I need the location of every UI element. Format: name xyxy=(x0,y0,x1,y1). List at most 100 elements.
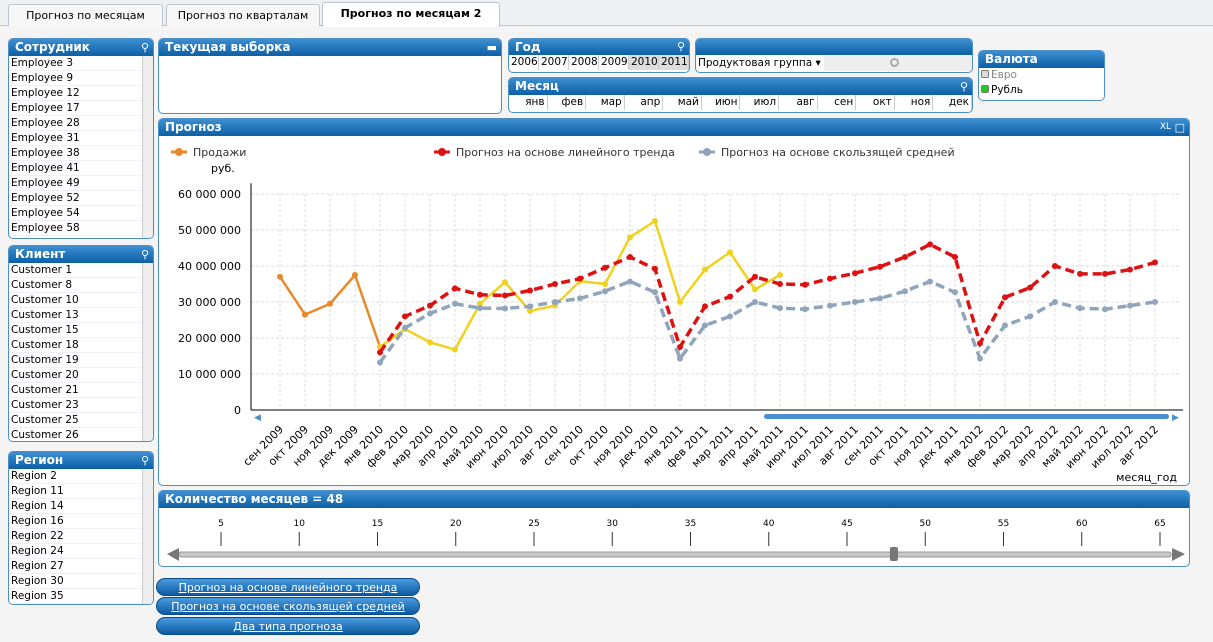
month-cell[interactable]: июн xyxy=(702,95,741,110)
year-cell[interactable]: 2011 xyxy=(659,55,689,70)
list-item[interactable]: Employee 17 xyxy=(9,101,153,116)
year-cell[interactable]: 2008 xyxy=(569,55,599,70)
list-item[interactable]: Employee 49 xyxy=(9,176,153,191)
slider-tick-label: 5 xyxy=(218,519,224,529)
list-item[interactable]: Region 27 xyxy=(9,559,153,574)
moving-average-button[interactable]: Прогноз на основе скользящей средней xyxy=(156,597,420,615)
slider-right-arrow-icon xyxy=(1172,548,1185,561)
year-cell[interactable]: 2010 xyxy=(629,55,659,70)
currency-option[interactable]: Рубль xyxy=(979,83,1104,98)
month-cell[interactable]: май xyxy=(663,95,702,110)
data-point xyxy=(952,254,958,260)
y-tick-label: 40 000 000 xyxy=(178,260,241,273)
list-item[interactable]: Region 16 xyxy=(9,514,153,529)
both-forecasts-button[interactable]: Два типа прогноза xyxy=(156,617,420,635)
data-point xyxy=(827,275,833,282)
list-item[interactable]: Customer 26 xyxy=(9,428,153,441)
list-item[interactable]: Employee 52 xyxy=(9,191,153,206)
tab-monthly-2[interactable]: Прогноз по месяцам 2 xyxy=(322,2,500,27)
month-cell[interactable]: фев xyxy=(548,95,587,110)
data-point xyxy=(752,286,758,293)
list-item[interactable]: Customer 19 xyxy=(9,353,153,368)
product-group-dropdown[interactable]: Продуктовая группа ▾ xyxy=(696,57,824,69)
excel-icon[interactable]: XL xyxy=(1160,119,1171,136)
data-point xyxy=(302,311,308,318)
list-item[interactable]: Employee 41 xyxy=(9,161,153,176)
list-item[interactable]: Region 22 xyxy=(9,529,153,544)
search-icon[interactable]: ⚲ xyxy=(960,78,968,95)
list-item[interactable]: Employee 31 xyxy=(9,131,153,146)
y-tick-label: 60 000 000 xyxy=(178,188,241,201)
data-point xyxy=(902,254,908,260)
data-point xyxy=(602,264,608,271)
region-scrollbar[interactable] xyxy=(142,469,153,604)
months-slider[interactable]: 5 10 15 20 25 30 35 40 45 50 55 60 65 xyxy=(159,508,1190,567)
data-point xyxy=(502,279,508,286)
year-cell[interactable]: 2009 xyxy=(599,55,629,70)
tab-quarterly[interactable]: Прогноз по кварталам xyxy=(166,4,320,26)
list-item[interactable]: Region 35 xyxy=(9,589,153,604)
list-item[interactable]: Region 30 xyxy=(9,574,153,589)
year-cell[interactable]: 2006 xyxy=(509,55,539,70)
list-item[interactable]: Employee 54 xyxy=(9,206,153,221)
linear-trend-button[interactable]: Прогноз на основе линейного тренда xyxy=(156,578,420,596)
maximize-icon[interactable]: □ xyxy=(1175,119,1185,136)
list-item[interactable]: Customer 23 xyxy=(9,398,153,413)
employee-scrollbar[interactable] xyxy=(142,56,153,238)
month-cell[interactable]: янв xyxy=(509,95,548,110)
current-caption: Текущая выборка ▬ xyxy=(159,39,501,56)
list-item[interactable]: Employee 12 xyxy=(9,86,153,101)
slider-tick-label: 25 xyxy=(528,519,539,529)
list-item[interactable]: Employee 3 xyxy=(9,56,153,71)
list-item[interactable]: Employee 28 xyxy=(9,116,153,131)
data-point xyxy=(352,272,358,278)
current-selections-box: Текущая выборка ▬ xyxy=(158,38,502,114)
data-point xyxy=(452,300,458,307)
legend-label: Прогноз на основе линейного тренда xyxy=(456,146,675,159)
search-icon[interactable]: ⚲ xyxy=(677,39,685,55)
month-cell[interactable]: июл xyxy=(740,95,780,110)
currency-option[interactable]: Евро xyxy=(979,68,1104,83)
currency-box: Валюта Евро Рубль xyxy=(978,50,1105,101)
search-icon[interactable]: ⚲ xyxy=(141,452,149,469)
sheet-tabs: Прогноз по месяцам Прогноз по кварталам … xyxy=(0,0,1213,27)
data-point xyxy=(727,249,733,256)
month-cell[interactable]: окт xyxy=(856,95,895,110)
region-caption: Регион ⚲ xyxy=(9,452,153,469)
list-item[interactable]: Employee 9 xyxy=(9,71,153,86)
data-point xyxy=(627,278,633,285)
data-point xyxy=(877,295,883,302)
list-item[interactable]: Customer 8 xyxy=(9,278,153,293)
list-item[interactable]: Customer 20 xyxy=(9,368,153,383)
search-icon[interactable]: ⚲ xyxy=(141,246,149,263)
month-cell[interactable]: авг xyxy=(779,95,818,110)
month-cell[interactable]: ноя xyxy=(895,95,934,110)
list-item[interactable]: Customer 15 xyxy=(9,323,153,338)
list-item[interactable]: Customer 13 xyxy=(9,308,153,323)
list-item[interactable]: Customer 10 xyxy=(9,293,153,308)
y-tick-label: 50 000 000 xyxy=(178,224,241,237)
data-point xyxy=(327,300,333,307)
minimize-icon[interactable]: ▬ xyxy=(487,39,497,56)
slider-track xyxy=(178,551,1172,558)
list-item[interactable]: Region 24 xyxy=(9,544,153,559)
list-item[interactable]: Region 14 xyxy=(9,499,153,514)
search-icon[interactable]: ⚲ xyxy=(141,39,149,56)
year-cell[interactable]: 2007 xyxy=(539,55,569,70)
month-cell[interactable]: дек xyxy=(933,95,972,110)
tab-monthly[interactable]: Прогноз по месяцам xyxy=(8,4,163,26)
month-cell[interactable]: сен xyxy=(818,95,857,110)
slider-thumb[interactable] xyxy=(889,547,898,561)
client-scrollbar[interactable] xyxy=(142,263,153,441)
list-item[interactable]: Region 2 xyxy=(9,469,153,484)
list-item[interactable]: Customer 25 xyxy=(9,413,153,428)
list-item[interactable]: Customer 18 xyxy=(9,338,153,353)
month-cell[interactable]: мар xyxy=(586,95,625,110)
month-cell[interactable]: апр xyxy=(625,95,664,110)
data-point xyxy=(852,270,858,277)
list-item[interactable]: Employee 58 xyxy=(9,221,153,236)
list-item[interactable]: Customer 21 xyxy=(9,383,153,398)
list-item[interactable]: Employee 38 xyxy=(9,146,153,161)
list-item[interactable]: Region 11 xyxy=(9,484,153,499)
list-item[interactable]: Customer 1 xyxy=(9,263,153,278)
